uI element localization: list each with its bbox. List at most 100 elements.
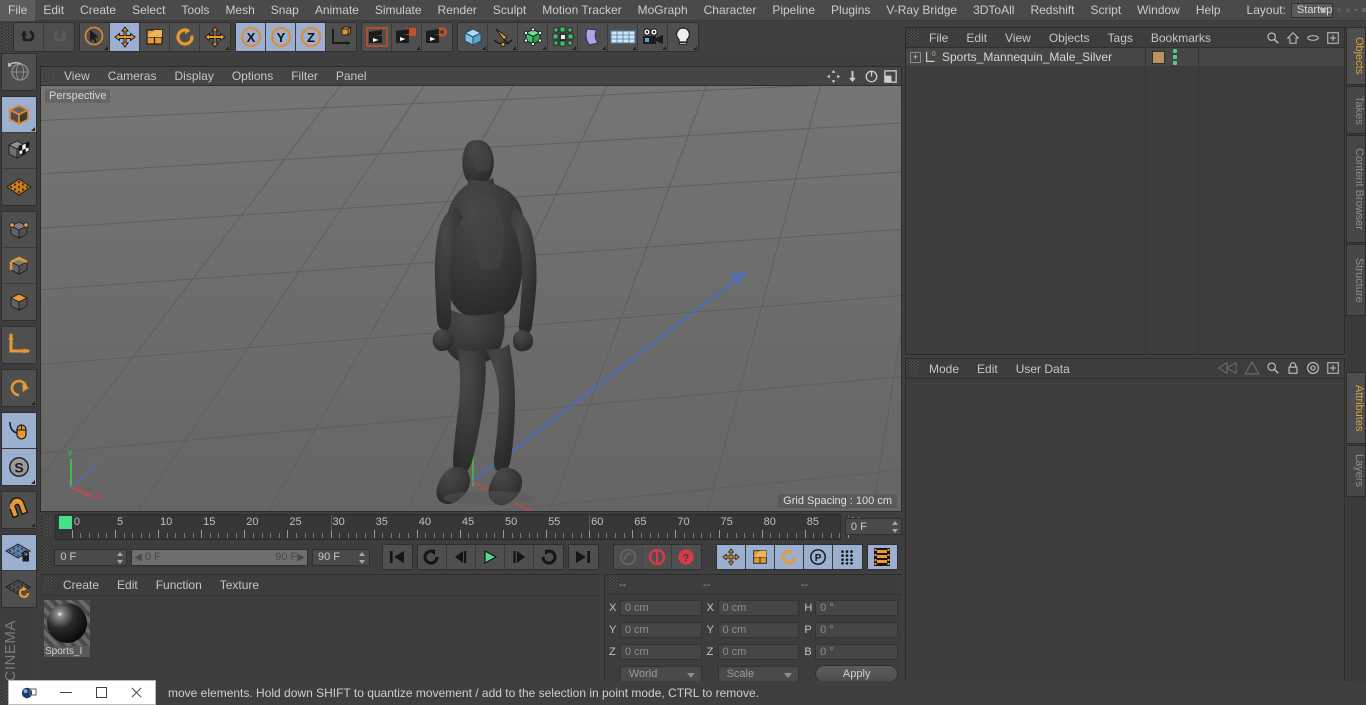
material-menu-function[interactable]: Function	[147, 575, 211, 596]
next-keyframe-button[interactable]	[533, 545, 563, 569]
menu-item-select[interactable]: Select	[124, 0, 173, 21]
close-icon[interactable]	[130, 686, 143, 699]
menu-item-3dtoall[interactable]: 3DToAll	[965, 0, 1022, 21]
rot-p-field[interactable]: 0 °	[815, 622, 898, 638]
stepper-icon[interactable]	[789, 602, 796, 614]
enable-axis-modification-button[interactable]	[2, 413, 36, 449]
autokeying-button[interactable]	[642, 545, 672, 569]
array-generator-button[interactable]	[518, 23, 548, 51]
menu-item-file[interactable]: File	[0, 0, 36, 21]
pos-x-field[interactable]: 0 cm	[619, 600, 702, 616]
axis-z-button[interactable]: Z	[296, 23, 326, 51]
rot-h-field[interactable]: 0 °	[815, 600, 898, 616]
target-icon[interactable]	[1306, 361, 1320, 375]
coordinate-system-dropdown[interactable]: World	[619, 665, 702, 683]
object-menu-bookmarks[interactable]: Bookmarks	[1142, 28, 1220, 48]
workplane-align-button[interactable]	[2, 571, 36, 607]
points-mode-button[interactable]	[2, 212, 36, 248]
record-active-objects-button[interactable]	[613, 545, 643, 569]
current-frame-field-right[interactable]: 0 F	[844, 518, 902, 535]
menu-item-edit[interactable]: Edit	[35, 0, 72, 21]
viewport-menu-display[interactable]: Display	[165, 67, 222, 86]
material-item[interactable]: Sports_I	[44, 600, 90, 657]
undo-button[interactable]	[14, 23, 44, 51]
menu-item-render[interactable]: Render	[430, 0, 485, 21]
viewport-menu-options[interactable]: Options	[223, 67, 282, 86]
menu-item-simulate[interactable]: Simulate	[367, 0, 430, 21]
search-icon[interactable]	[1266, 361, 1280, 375]
rotate-view-icon[interactable]	[864, 69, 879, 84]
object-menu-file[interactable]: File	[920, 28, 957, 48]
mograph-cloner-button[interactable]	[548, 23, 578, 51]
bend-deformer-button[interactable]	[578, 23, 608, 51]
menu-item-help[interactable]: Help	[1188, 0, 1229, 21]
object-menu-objects[interactable]: Objects	[1040, 28, 1099, 48]
redo-button[interactable]	[44, 23, 74, 51]
stepper-icon[interactable]	[359, 551, 366, 564]
workplane-lock-button[interactable]	[2, 535, 36, 571]
scale-tool-button[interactable]	[140, 23, 170, 51]
menu-item-vray-bridge[interactable]: V-Ray Bridge	[878, 0, 965, 21]
menu-item-window[interactable]: Window	[1129, 0, 1188, 21]
size-z-field[interactable]: 0 cm	[717, 644, 800, 660]
scale-key-button[interactable]	[745, 545, 775, 569]
render-region-button[interactable]	[392, 23, 422, 51]
tab-attributes[interactable]: Attributes	[1346, 372, 1366, 444]
timeline-playhead[interactable]	[58, 516, 72, 529]
stepper-icon[interactable]	[789, 624, 796, 636]
attribute-menu-user-data[interactable]: User Data	[1007, 359, 1079, 379]
home-icon[interactable]	[1286, 31, 1300, 45]
menu-item-tools[interactable]: Tools	[173, 0, 217, 21]
render-settings-button[interactable]	[422, 23, 452, 51]
menu-item-redshift[interactable]: Redshift	[1022, 0, 1082, 21]
menu-item-script[interactable]: Script	[1082, 0, 1129, 21]
attribute-menu-edit[interactable]: Edit	[968, 359, 1007, 379]
cube-primitive-button[interactable]	[458, 23, 488, 51]
object-menu-tags[interactable]: Tags	[1099, 28, 1142, 48]
viewport-solo-mode-button[interactable]	[2, 370, 36, 406]
viewport-grip[interactable]	[44, 68, 53, 84]
preview-range-bar[interactable]: ◀ 0 F 90 F ▶	[131, 548, 308, 566]
stepper-icon[interactable]	[692, 624, 699, 636]
menu-item-mesh[interactable]: Mesh	[217, 0, 262, 21]
rotate-tool-button[interactable]	[170, 23, 200, 51]
toolbar-grip[interactable]	[2, 24, 11, 50]
play-button[interactable]	[475, 545, 505, 569]
eye-icon[interactable]	[1306, 31, 1320, 45]
tab-structure[interactable]: Structure	[1346, 244, 1366, 316]
model-mode-button[interactable]	[2, 97, 36, 133]
stepper-icon[interactable]	[692, 602, 699, 614]
edges-mode-button[interactable]	[2, 248, 36, 284]
timeline-grip[interactable]	[42, 516, 51, 538]
keyframe-selection-button[interactable]: ?	[671, 545, 701, 569]
menu-item-animate[interactable]: Animate	[307, 0, 367, 21]
stepper-icon[interactable]	[891, 521, 898, 533]
previous-keyframe-button[interactable]	[417, 545, 447, 569]
expand-toggle-icon[interactable]: +	[910, 51, 921, 63]
material-tag-icon[interactable]	[1152, 50, 1165, 64]
rot-b-field[interactable]: 0 °	[815, 644, 898, 660]
size-y-field[interactable]: 0 cm	[717, 622, 800, 638]
maximize-viewport-icon[interactable]	[883, 69, 898, 84]
perspective-viewport[interactable]: View Cameras Display Options Filter Pane…	[40, 66, 902, 512]
position-key-button[interactable]	[716, 545, 746, 569]
stepper-icon[interactable]	[888, 624, 895, 636]
size-x-field[interactable]: 0 cm	[717, 600, 800, 616]
material-menu-texture[interactable]: Texture	[211, 575, 268, 596]
world-coordinate-button[interactable]	[326, 23, 356, 51]
stepper-icon[interactable]	[789, 646, 796, 658]
light-object-button[interactable]	[668, 23, 698, 51]
pos-z-field[interactable]: 0 cm	[619, 644, 702, 660]
attribute-menu-mode[interactable]: Mode	[920, 359, 968, 379]
attribute-grip[interactable]	[909, 361, 918, 376]
viewport-menu-cameras[interactable]: Cameras	[99, 67, 166, 86]
step-forward-button[interactable]	[504, 545, 534, 569]
stepper-icon[interactable]	[692, 646, 699, 658]
material-menu-edit[interactable]: Edit	[108, 575, 147, 596]
dolly-view-icon[interactable]	[845, 69, 860, 84]
rotation-key-button[interactable]	[774, 545, 804, 569]
tab-objects[interactable]: Objects	[1346, 27, 1366, 85]
object-menu-edit[interactable]: Edit	[957, 28, 996, 48]
live-selection-button[interactable]	[80, 23, 110, 51]
object-tag-dots-icon[interactable]	[1173, 49, 1177, 65]
